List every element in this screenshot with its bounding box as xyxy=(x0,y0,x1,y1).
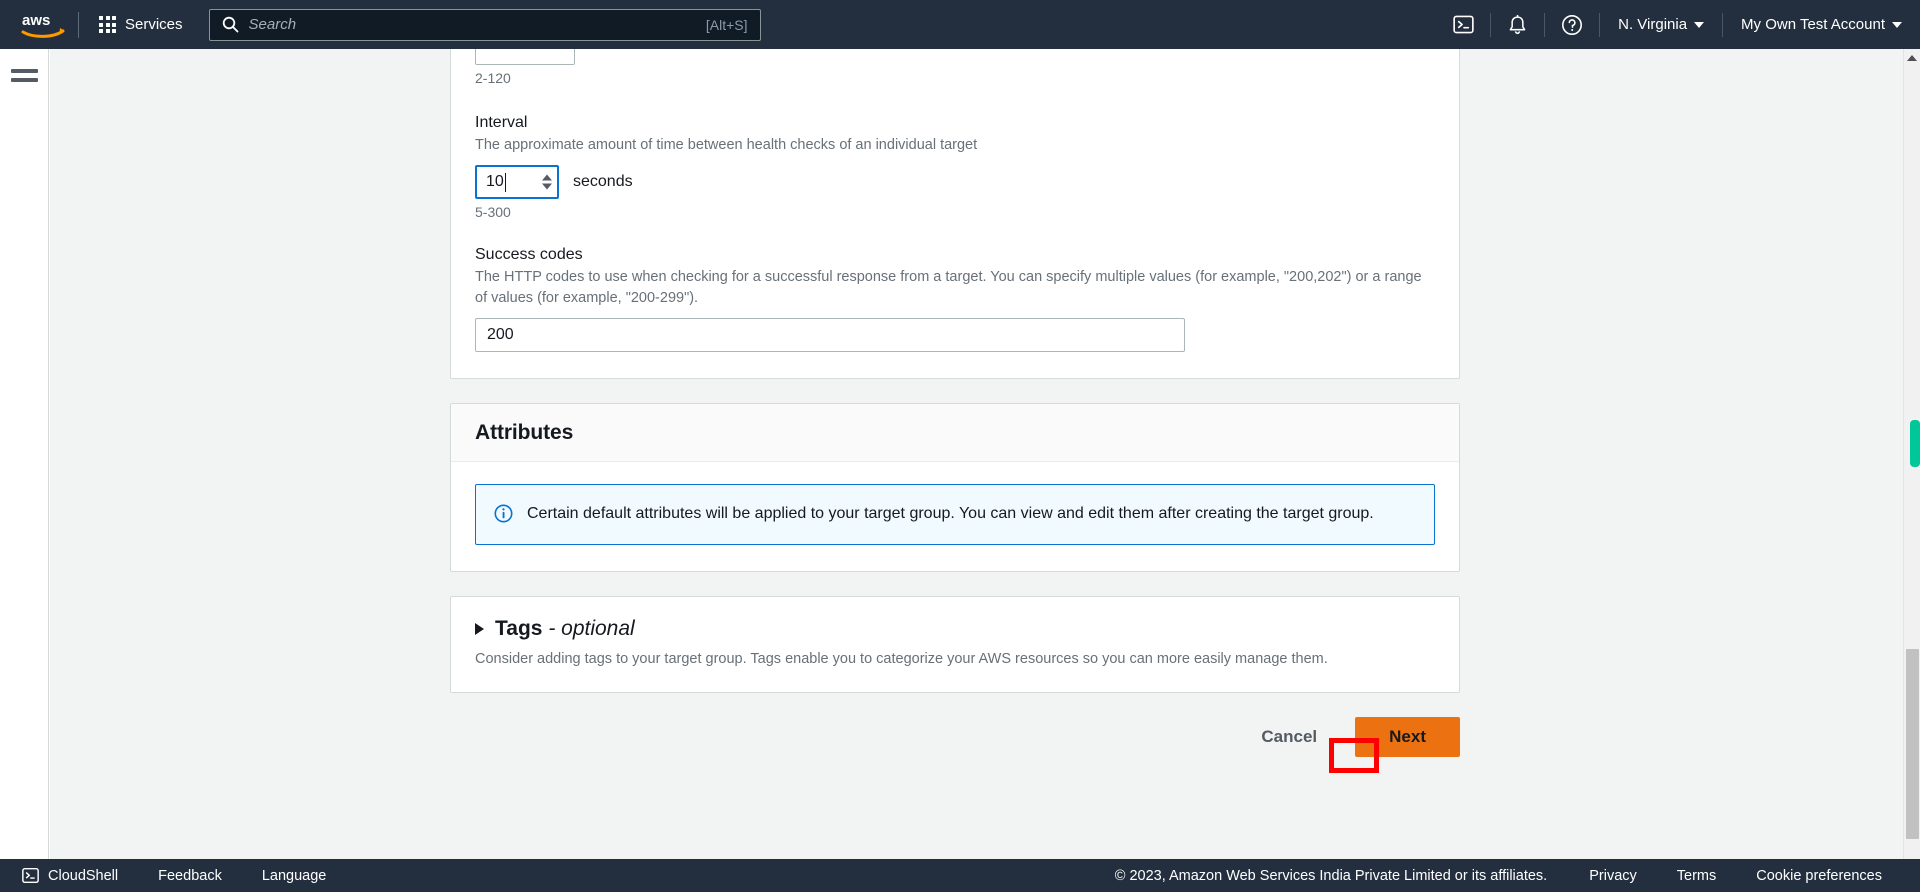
interval-unit-label: seconds xyxy=(573,173,633,191)
aws-logo-icon: aws xyxy=(21,12,65,38)
interval-input[interactable] xyxy=(477,173,523,192)
cloudshell-label: CloudShell xyxy=(48,867,119,884)
nav-right-group: N. Virginia My Own Test Account xyxy=(1437,0,1920,49)
interval-stepper[interactable] xyxy=(475,165,559,200)
terms-link[interactable]: Terms xyxy=(1657,868,1736,884)
region-selector[interactable]: N. Virginia xyxy=(1600,0,1722,49)
tags-card: Tags - optional Consider adding tags to … xyxy=(450,595,1460,693)
main-content-area: 2-120 Interval The approximate amount of… xyxy=(50,49,1920,859)
bottom-left-group: CloudShell Feedback Language xyxy=(0,867,346,884)
chevron-down-icon xyxy=(1892,21,1902,28)
tags-description: Consider adding tags to your target grou… xyxy=(475,650,1328,667)
info-circle-icon xyxy=(494,504,513,523)
interval-spinner-buttons[interactable] xyxy=(542,174,552,190)
cloudshell-icon xyxy=(1453,15,1474,34)
interval-hint: 5-300 xyxy=(475,204,511,221)
search-input[interactable] xyxy=(248,16,698,33)
cloudshell-launch-button[interactable]: CloudShell xyxy=(14,867,138,884)
bottom-right-group: © 2023, Amazon Web Services India Privat… xyxy=(1115,868,1920,884)
search-icon xyxy=(222,16,238,33)
top-navigation-bar: aws Services [Alt+S] xyxy=(0,0,1920,49)
timeout-hint: 2-120 xyxy=(475,70,511,86)
bottom-status-bar: CloudShell Feedback Language © 2023, Ama… xyxy=(0,859,1920,892)
grid-waffle-icon xyxy=(99,16,116,33)
svg-text:aws: aws xyxy=(22,12,50,29)
attributes-alert-text: Certain default attributes will be appli… xyxy=(527,505,1374,523)
form-column: 2-120 Interval The approximate amount of… xyxy=(450,49,1460,757)
scrollbar-thumb[interactable] xyxy=(1906,649,1919,839)
interval-input-row: seconds xyxy=(475,165,1435,200)
chevron-down-icon xyxy=(1694,21,1705,28)
global-search-box[interactable]: [Alt+S] xyxy=(208,8,761,41)
spinner-up-icon[interactable] xyxy=(542,174,552,181)
success-codes-description: The HTTP codes to use when checking for … xyxy=(475,269,1422,307)
interval-label: Interval xyxy=(475,114,528,131)
text-cursor xyxy=(505,173,506,193)
privacy-link[interactable]: Privacy xyxy=(1569,868,1657,884)
notifications-button[interactable] xyxy=(1491,0,1544,49)
question-circle-icon xyxy=(1562,14,1583,35)
hamburger-menu-icon[interactable] xyxy=(11,69,38,82)
interval-description: The approximate amount of time between h… xyxy=(475,137,978,153)
help-button[interactable] xyxy=(1545,0,1599,49)
triangle-right-icon[interactable] xyxy=(475,622,484,635)
left-rail xyxy=(0,49,49,859)
attributes-card-header: Attributes xyxy=(451,404,1459,463)
tags-title: Tags - optional xyxy=(495,617,635,641)
copyright-text: © 2023, Amazon Web Services India Privat… xyxy=(1114,867,1548,884)
scroll-up-arrow-icon[interactable] xyxy=(1907,55,1917,61)
services-menu-button[interactable]: Services xyxy=(85,0,197,49)
region-label: N. Virginia xyxy=(1618,16,1688,33)
hamburger-bar xyxy=(11,78,38,82)
bell-icon xyxy=(1509,14,1526,34)
hamburger-bar xyxy=(11,69,38,73)
tags-optional-suffix: - optional xyxy=(548,616,635,640)
cloudshell-icon xyxy=(22,867,39,884)
nav-divider xyxy=(78,11,79,38)
success-codes-label: Success codes xyxy=(475,246,583,264)
page-progress-indicator[interactable] xyxy=(1910,420,1920,467)
account-selector[interactable]: My Own Test Account xyxy=(1723,0,1920,49)
account-label: My Own Test Account xyxy=(1741,16,1885,33)
cancel-button[interactable]: Cancel xyxy=(1257,719,1321,755)
form-actions: Cancel Next xyxy=(450,693,1460,757)
search-shortcut-hint: [Alt+S] xyxy=(705,16,748,33)
attributes-title: Attributes xyxy=(475,421,574,445)
success-codes-field-group: Success codes The HTTP codes to use when… xyxy=(475,246,1435,353)
attributes-info-alert: Certain default attributes will be appli… xyxy=(475,484,1435,545)
aws-logo[interactable]: aws xyxy=(14,0,72,49)
timeout-input-partial[interactable] xyxy=(475,49,575,65)
attributes-card-body: Certain default attributes will be appli… xyxy=(451,462,1459,571)
tags-title-text: Tags xyxy=(495,616,543,640)
next-button[interactable]: Next xyxy=(1355,716,1460,757)
health-check-settings-card: 2-120 Interval The approximate amount of… xyxy=(450,49,1460,380)
tags-expander[interactable]: Tags - optional xyxy=(475,617,1435,641)
language-link[interactable]: Language xyxy=(242,868,347,884)
feedback-link[interactable]: Feedback xyxy=(138,868,242,884)
success-codes-input[interactable] xyxy=(475,318,1185,353)
attributes-card: Attributes Certain default attributes wi… xyxy=(450,403,1460,572)
cookie-preferences-link[interactable]: Cookie preferences xyxy=(1736,868,1902,884)
interval-field-group: Interval The approximate amount of time … xyxy=(475,114,1435,220)
services-label: Services xyxy=(125,16,183,33)
cloudshell-button[interactable] xyxy=(1437,0,1490,49)
spinner-down-icon[interactable] xyxy=(542,183,552,190)
